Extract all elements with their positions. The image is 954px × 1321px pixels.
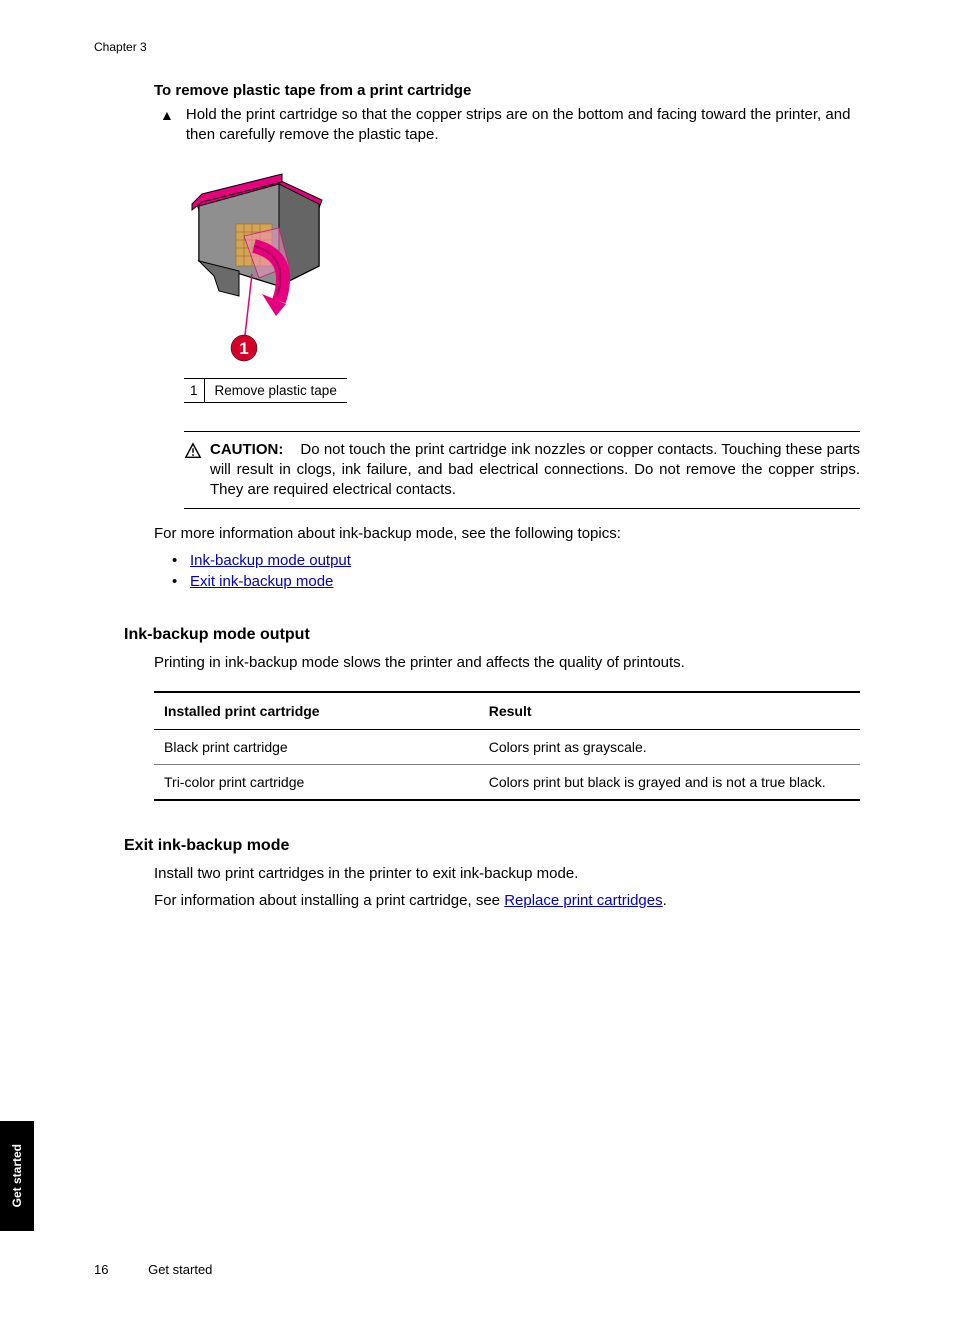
link-exit-ink-backup[interactable]: Exit ink-backup mode	[190, 573, 333, 590]
link-ink-backup-output[interactable]: Ink-backup mode output	[190, 552, 351, 569]
caution-label: CAUTION:	[210, 441, 283, 458]
section3-line2-post: .	[663, 892, 667, 909]
heading-exit-ink-backup: Exit ink-backup mode	[124, 837, 860, 855]
table-head-cartridge: Installed print cartridge	[154, 692, 479, 730]
chapter-label: Chapter 3	[94, 40, 860, 54]
callout-text: Remove plastic tape	[204, 378, 347, 402]
section-title: To remove plastic tape from a print cart…	[154, 82, 860, 99]
result-table: Installed print cartridge Result Black p…	[154, 691, 860, 801]
heading-ink-backup-output: Ink-backup mode output	[124, 626, 860, 644]
side-tab-text: Get started	[10, 1144, 24, 1207]
section2-body: Printing in ink-backup mode slows the pr…	[154, 652, 860, 673]
table-row: Tri-color print cartridge Colors print b…	[154, 764, 860, 800]
followup-text: For more information about ink-backup mo…	[154, 523, 860, 546]
link-replace-cartridges[interactable]: Replace print cartridges	[504, 892, 662, 909]
section3-line2-pre: For information about installing a print…	[154, 892, 504, 909]
callout-table: 1 Remove plastic tape	[184, 378, 347, 403]
callout-number: 1	[184, 378, 204, 402]
table-row: Black print cartridge Colors print as gr…	[154, 729, 860, 764]
page-footer: 16 Get started	[94, 1262, 212, 1277]
footer-section: Get started	[148, 1262, 212, 1277]
svg-text:1: 1	[239, 339, 248, 358]
cartridge-illustration: 1 1 Remove plastic tape	[184, 166, 860, 403]
side-tab: Get started	[0, 1121, 34, 1231]
step-marker: ▲	[160, 105, 174, 125]
step-text: Hold the print cartridge so that the cop…	[186, 105, 860, 146]
caution-body: Do not touch the print cartridge ink noz…	[210, 441, 860, 499]
section3-line1: Install two print cartridges in the prin…	[154, 863, 860, 884]
page-number: 16	[94, 1262, 108, 1277]
table-head-result: Result	[479, 692, 860, 730]
caution-box: CAUTION: Do not touch the print cartridg…	[184, 431, 860, 510]
topic-links: Ink-backup mode output Exit ink-backup m…	[172, 552, 860, 590]
caution-icon	[184, 442, 202, 460]
